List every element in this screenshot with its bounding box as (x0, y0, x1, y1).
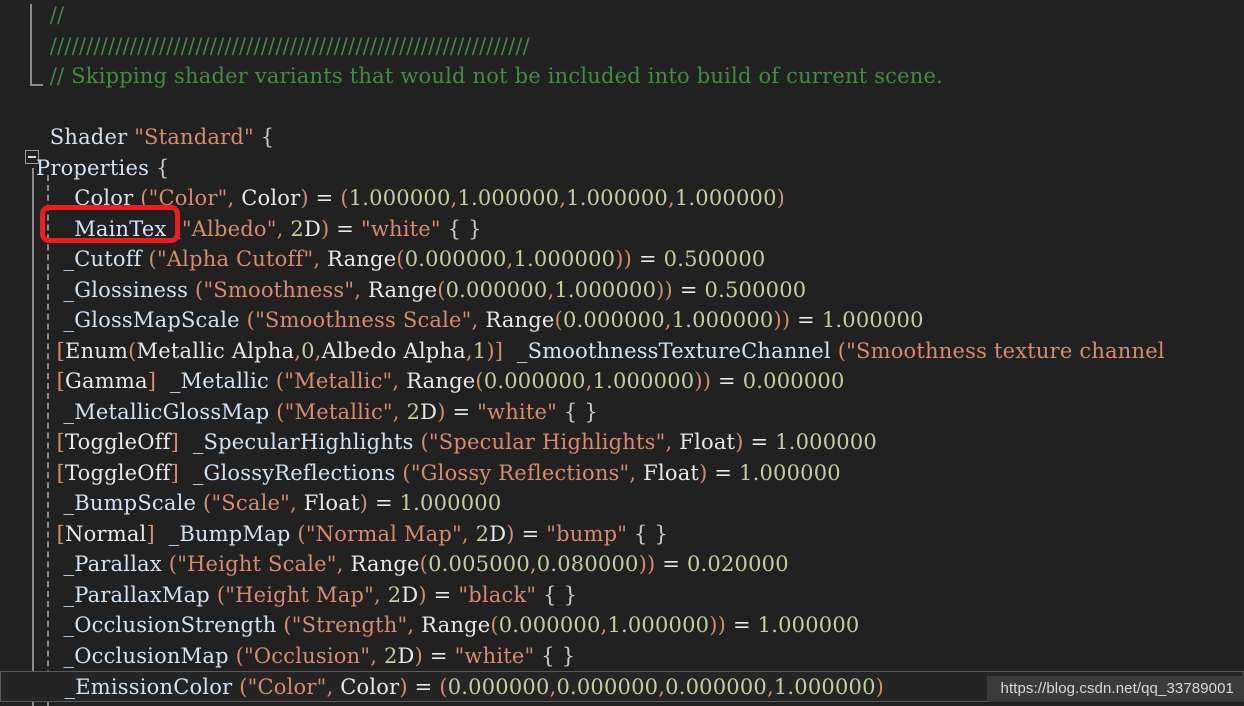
code-line[interactable]: [Normal] _BumpMap ("Normal Map", 2D) = "… (0, 519, 1244, 550)
code-line[interactable]: _BumpScale ("Scale", Float) = 1.000000 (0, 488, 1244, 519)
code-line[interactable]: _Cutoff ("Alpha Cutoff", Range(0.000000,… (0, 244, 1244, 275)
code-line[interactable]: [ToggleOff] _GlossyReflections ("Glossy … (0, 458, 1244, 489)
code-line[interactable]: ////////////////////////////////////////… (0, 31, 1244, 62)
code-line[interactable]: [Gamma] _Metallic ("Metallic", Range(0.0… (0, 366, 1244, 397)
code-line[interactable]: _MainTex ("Albedo", 2D) = "white" { } (0, 214, 1244, 245)
code-line[interactable] (0, 92, 1244, 123)
code-line[interactable]: _OcclusionStrength ("Strength", Range(0.… (0, 610, 1244, 641)
code-line[interactable]: _GlossMapScale ("Smoothness Scale", Rang… (0, 305, 1244, 336)
shader-code-editor[interactable]: // /////////////////////////////////////… (0, 0, 1244, 706)
code-line[interactable]: // Skipping shader variants that would n… (0, 61, 1244, 92)
code-line[interactable]: // (0, 0, 1244, 31)
code-lines[interactable]: // /////////////////////////////////////… (0, 0, 1244, 702)
code-line[interactable]: Properties { (0, 153, 1244, 184)
code-line[interactable]: _OcclusionMap ("Occlusion", 2D) = "white… (0, 641, 1244, 672)
watermark-label: https://blog.csdn.net/qq_33789001 (986, 676, 1244, 702)
code-line[interactable]: _Parallax ("Height Scale", Range(0.00500… (0, 549, 1244, 580)
code-line[interactable]: [Enum(Metallic Alpha,0,Albedo Alpha,1)] … (0, 336, 1244, 367)
code-line[interactable]: Shader "Standard" { (0, 122, 1244, 153)
code-line[interactable]: _Glossiness ("Smoothness", Range(0.00000… (0, 275, 1244, 306)
code-line[interactable]: [ToggleOff] _SpecularHighlights ("Specul… (0, 427, 1244, 458)
code-line[interactable]: _Color ("Color", Color) = (1.000000,1.00… (0, 183, 1244, 214)
code-line[interactable]: _ParallaxMap ("Height Map", 2D) = "black… (0, 580, 1244, 611)
code-line[interactable]: _MetallicGlossMap ("Metallic", 2D) = "wh… (0, 397, 1244, 428)
